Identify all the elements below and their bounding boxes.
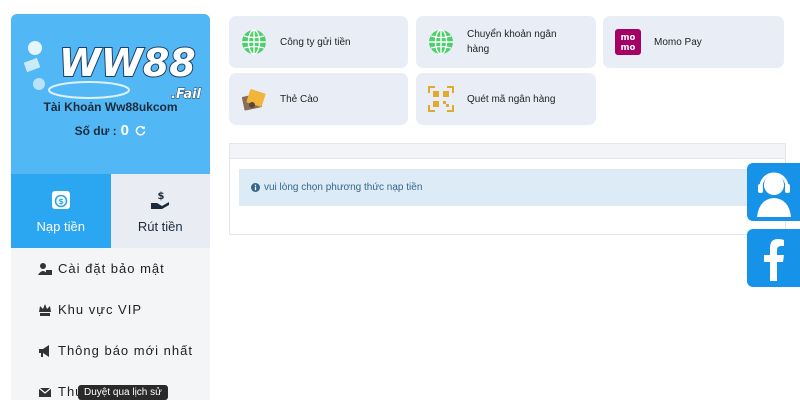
tab-withdraw-label: Rút tiền	[137, 218, 183, 234]
ww88-logo[interactable]: WW88 .Fail	[19, 26, 209, 106]
payment-scratch-card[interactable]: Thẻ Cào	[229, 73, 408, 125]
payment-label: Công ty gửi tiền	[280, 36, 351, 48]
facebook-button[interactable]	[747, 229, 800, 287]
transaction-tabs: $ Nạp tiền $ Rút tiền	[11, 174, 210, 248]
menu-item-vip[interactable]: Khu vực VIP	[11, 289, 210, 330]
svg-text:$: $	[158, 191, 165, 202]
vip-crown-icon	[39, 303, 51, 316]
facebook-icon	[764, 239, 784, 281]
menu-item-label: Khu vực VIP	[58, 302, 143, 317]
balance-row: Số dư :0	[11, 122, 210, 139]
logo-text: WW88	[59, 41, 196, 85]
notice-text: vui lòng chọn phương thức nạp tiền	[264, 182, 423, 193]
payment-bank-transfer[interactable]: Chuyển khoản ngân hàng	[416, 16, 596, 68]
menu-item-label: Thông báo mới nhất	[58, 343, 193, 358]
info-icon	[251, 183, 260, 192]
megaphone-icon	[39, 344, 49, 357]
payment-label: Momo Pay	[654, 36, 702, 48]
sidebar: WW88 .Fail Tài Khoản Ww88ukcom Số dư :0 …	[11, 14, 210, 400]
scratch-card-icon	[241, 89, 266, 111]
svg-text:mo: mo	[621, 33, 636, 43]
menu-item-security[interactable]: Cài đặt bảo mật	[11, 248, 210, 289]
svg-text:$: $	[58, 197, 64, 206]
refresh-icon[interactable]	[135, 125, 146, 136]
deposit-notice: vui lòng chọn phương thức nạp tiền	[239, 169, 775, 206]
account-name: Tài Khoản Ww88ukcom	[43, 100, 178, 114]
tab-deposit-label: Nạp tiền	[36, 218, 85, 234]
payment-label: Chuyển khoản ngân hàng	[467, 29, 557, 55]
menu-item-announcements[interactable]: Thông báo mới nhất	[11, 330, 210, 371]
withdraw-hand-icon: $	[151, 191, 170, 209]
payment-qr-bank[interactable]: Quét mã ngân hàng	[416, 73, 596, 125]
support-agent-icon	[757, 172, 791, 217]
tab-withdraw[interactable]: $ Rút tiền	[110, 174, 210, 248]
sidebar-menu: Cài đặt bảo mật Khu vực VIP Thông báo mớ…	[11, 248, 210, 400]
payment-label: Quét mã ngân hàng	[467, 93, 556, 105]
money-bag-icon: $	[51, 190, 70, 209]
payment-company-deposit[interactable]: Công ty gửi tiền	[229, 16, 408, 68]
history-tooltip: Duyệt qua lịch sử	[78, 385, 168, 400]
deposit-content-panel: vui lòng chọn phương thức nạp tiền	[229, 143, 786, 235]
svg-text:mo: mo	[621, 43, 636, 53]
balance-label: Số dư :	[74, 124, 117, 138]
menu-item-label: Cài đặt bảo mật	[58, 261, 165, 276]
qr-scan-icon	[428, 86, 454, 112]
payment-label: Thẻ Cào	[280, 93, 319, 105]
globe-icon	[242, 29, 266, 55]
payment-momo[interactable]: mo mo Momo Pay	[603, 16, 784, 68]
momo-logo-icon: mo mo	[615, 29, 641, 55]
tab-deposit[interactable]: $ Nạp tiền	[11, 174, 111, 248]
support-chat-button[interactable]	[747, 163, 800, 221]
globe-icon	[429, 29, 453, 55]
balance-value: 0	[120, 122, 130, 139]
user-lock-icon	[38, 262, 52, 275]
envelope-icon	[38, 387, 52, 397]
profile-panel: WW88 .Fail Tài Khoản Ww88ukcom Số dư :0	[11, 14, 210, 174]
panel-header	[230, 144, 785, 159]
